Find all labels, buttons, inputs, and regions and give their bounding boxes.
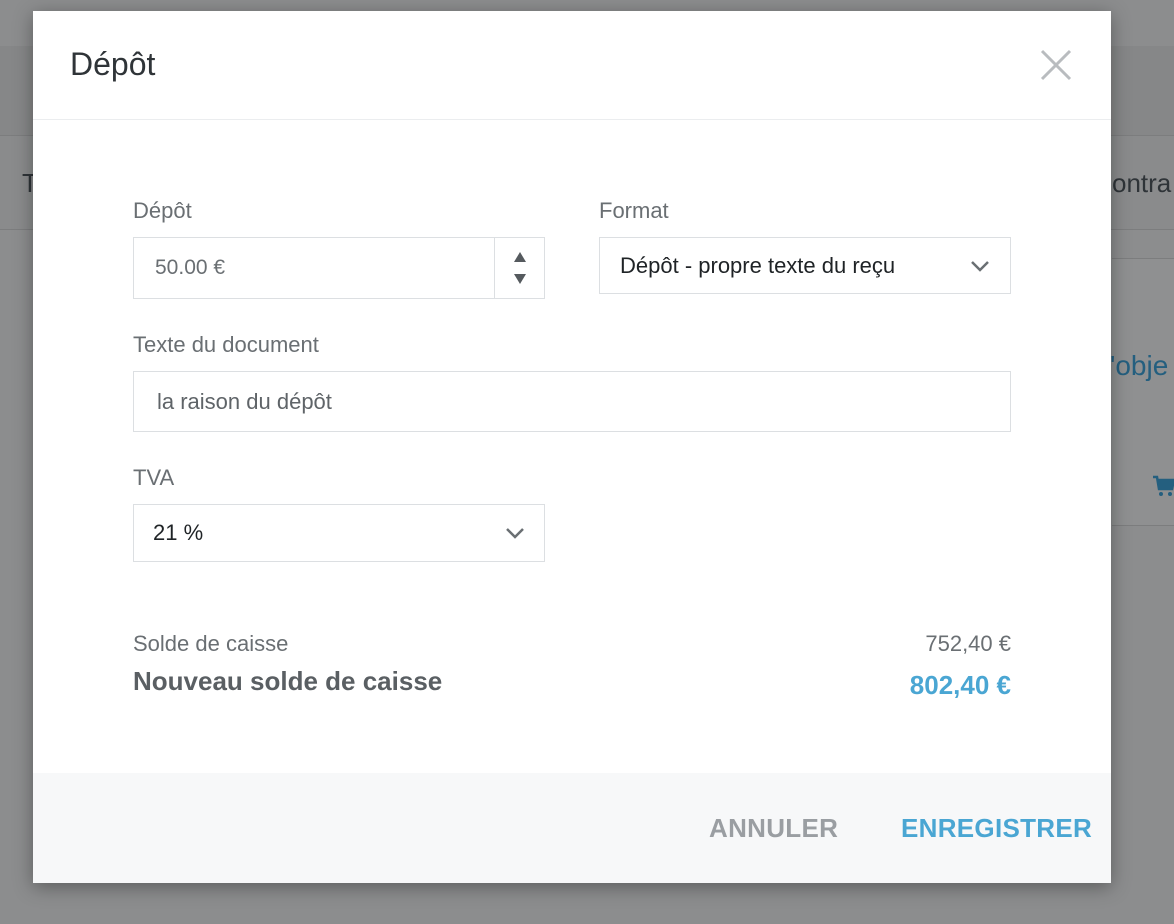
chevron-down-icon [506,528,524,539]
vat-select[interactable]: 21 % [133,504,545,562]
cash-balance-value: 752,40 € [925,631,1011,656]
deposit-label: Dépôt [133,198,192,223]
cart-icon [1153,475,1174,496]
deposit-amount-input[interactable] [134,238,494,298]
new-cash-balance-label: Nouveau solde de caisse [133,666,443,696]
modal-footer: ANNULER ENREGISTRER [33,773,1111,883]
document-text-label: Texte du document [133,332,319,357]
deposit-field [133,237,545,299]
triangle-down-icon[interactable] [513,273,527,285]
deposit-modal: Dépôt Dépôt Format Dépôt - propre texte … [33,11,1111,883]
background-right-text: ontra [1112,168,1172,198]
format-selected-value: Dépôt - propre texte du reçu [620,252,896,278]
document-text-field [133,371,1011,432]
amount-stepper [494,238,544,298]
save-button[interactable]: ENREGISTRER [901,813,1092,844]
format-label: Format [599,198,669,223]
background-object-link: 'obje [1110,350,1169,381]
modal-title: Dépôt [70,46,156,82]
document-text-input[interactable] [134,372,1010,431]
modal-header: Dépôt [33,11,1111,120]
cancel-button[interactable]: ANNULER [709,813,838,844]
chevron-down-icon [971,260,989,272]
vat-selected-value: 21 % [153,520,204,545]
cash-balance-label: Solde de caisse [133,631,289,656]
format-select[interactable]: Dépôt - propre texte du reçu [599,237,1011,294]
close-icon[interactable] [1038,47,1074,83]
new-cash-balance-value: 802,40 € [909,670,1011,700]
vat-label: TVA [133,465,175,490]
triangle-up-icon[interactable] [513,251,527,263]
